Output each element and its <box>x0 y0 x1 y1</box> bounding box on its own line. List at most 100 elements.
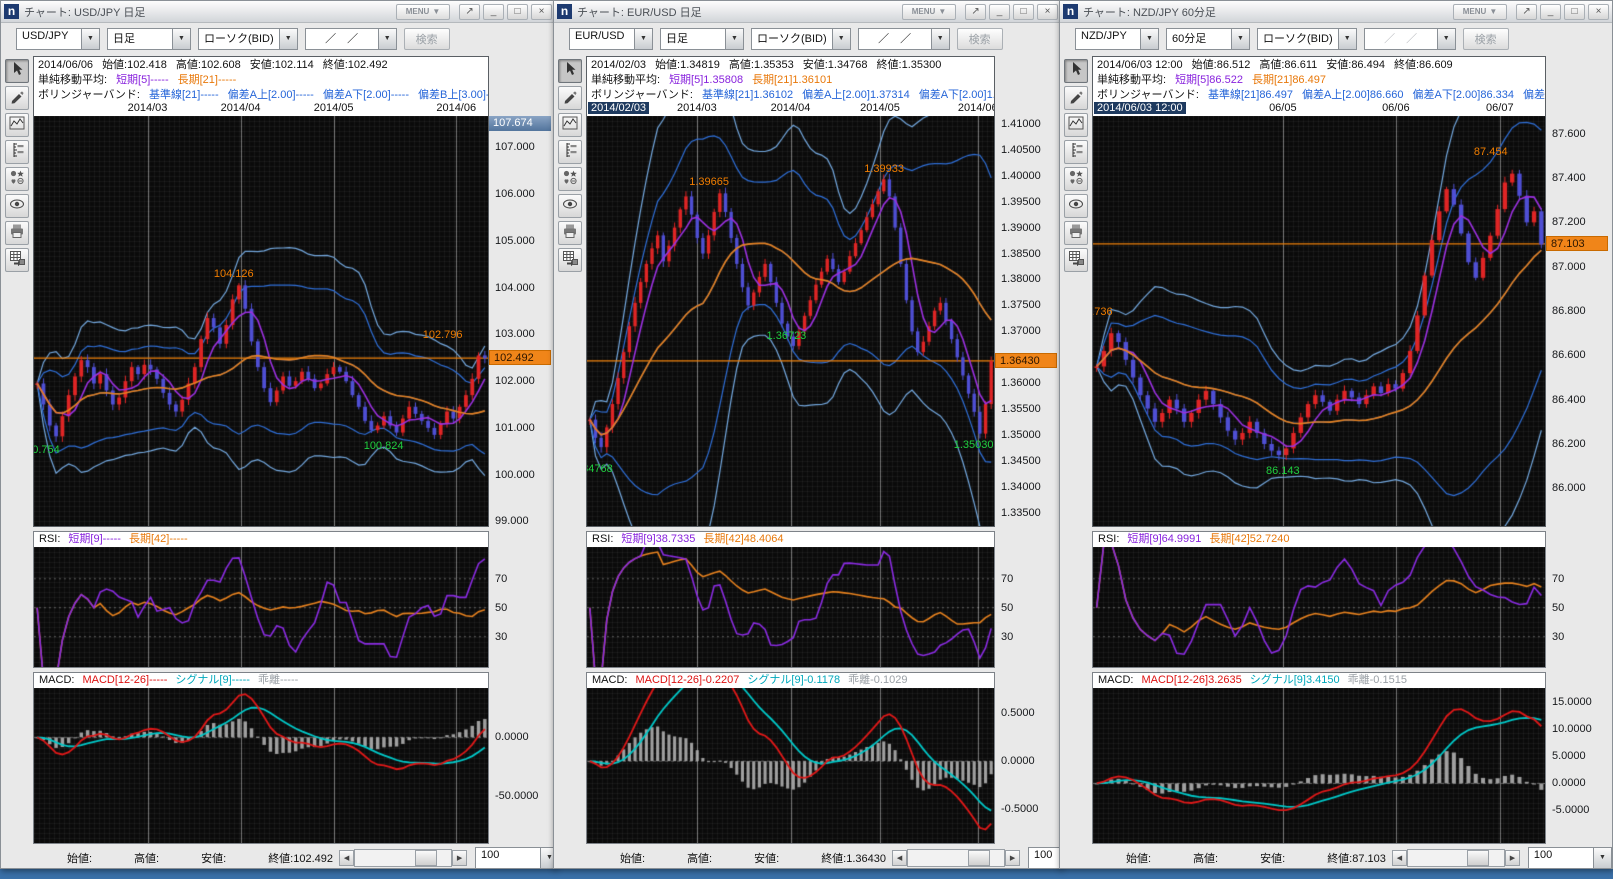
rsi-canvas[interactable] <box>1093 547 1545 667</box>
date-value: ／ ／ <box>1365 29 1437 49</box>
pair-select[interactable]: NZD/JPY▼ <box>1075 28 1159 50</box>
export-tool-button[interactable] <box>558 248 582 272</box>
scroll-left-button[interactable]: ◀ <box>339 850 354 866</box>
print-tool-button[interactable] <box>558 221 582 245</box>
value: 1.34889 <box>987 89 994 101</box>
axis-label: 86.000 <box>1552 482 1586 494</box>
visibility-tool-button[interactable] <box>558 194 582 218</box>
titlebar[interactable]: nチャート: NZD/JPY 60分足MENU▼↗_□× <box>1060 1 1612 23</box>
chevron-down-icon: ▼ <box>1338 29 1356 49</box>
pair-select[interactable]: EUR/USD▼ <box>569 28 653 50</box>
chart-window: nチャート: NZD/JPY 60分足MENU▼↗_□×NZD/JPY▼60分足… <box>1059 0 1613 869</box>
scroll-right-button[interactable]: ▶ <box>452 850 467 866</box>
scale-tool-button[interactable] <box>558 140 582 164</box>
scroll-right-button[interactable]: ▶ <box>1505 850 1520 866</box>
search-button[interactable]: 検索 <box>957 28 1003 50</box>
bb-b-upper: 偏差B上[3.00] <box>1523 89 1545 101</box>
timeframe-select[interactable]: 60分足▼ <box>1166 28 1250 50</box>
pair-select[interactable]: USD/JPY▼ <box>16 28 100 50</box>
value: ----- <box>296 89 314 101</box>
menu-button[interactable]: MENU▼ <box>396 4 450 20</box>
timeframe-select[interactable]: 日足▼ <box>660 28 744 50</box>
value: 102.492 <box>348 59 388 71</box>
close-button[interactable]: × <box>531 4 552 20</box>
cursor-tool-icon <box>9 61 25 82</box>
titlebar[interactable]: nチャート: USD/JPY 日足MENU▼↗_□× <box>1 1 555 23</box>
scroll-left-button[interactable]: ◀ <box>892 850 907 866</box>
macd-canvas[interactable] <box>587 688 994 843</box>
date-select[interactable]: ／ ／▼ <box>1364 28 1456 50</box>
main-chart-canvas[interactable] <box>587 116 994 526</box>
draw-tool-icon <box>9 88 25 109</box>
chart-scrollbar[interactable] <box>1407 849 1505 867</box>
timeframe-select[interactable]: 日足▼ <box>107 28 191 50</box>
chart-scrollbar[interactable] <box>354 849 452 867</box>
minimize-button[interactable]: _ <box>483 4 504 20</box>
style-select[interactable]: ローソク(BID)▼ <box>198 28 298 50</box>
indicator-tool-button[interactable] <box>1064 113 1088 137</box>
date-select[interactable]: ／ ／▼ <box>858 28 950 50</box>
scale-tool-button[interactable] <box>5 140 29 164</box>
print-tool-button[interactable] <box>5 221 29 245</box>
style-select[interactable]: ローソク(BID)▼ <box>1257 28 1357 50</box>
rsi-canvas[interactable] <box>34 547 488 667</box>
symbols-tool-button[interactable] <box>558 167 582 191</box>
macd-signal-legend: シグナル[9]3.4150 <box>1250 674 1340 686</box>
visibility-tool-button[interactable] <box>5 194 29 218</box>
draw-tool-button[interactable] <box>5 86 29 110</box>
zoom-select[interactable]: 100▼ <box>1528 847 1612 869</box>
menu-button[interactable]: MENU▼ <box>1453 4 1507 20</box>
style-select[interactable]: ローソク(BID)▼ <box>751 28 851 50</box>
macd-canvas[interactable] <box>1093 688 1545 843</box>
draw-tool-button[interactable] <box>1064 86 1088 110</box>
popout-button[interactable]: ↗ <box>459 4 480 20</box>
macd-canvas[interactable] <box>34 688 488 843</box>
macd-signal-legend: シグナル[9]-0.1178 <box>747 674 840 686</box>
rsi-canvas[interactable] <box>587 547 994 667</box>
indicator-tool-button[interactable] <box>5 113 29 137</box>
scrollbar-thumb[interactable] <box>415 850 437 866</box>
visibility-tool-button[interactable] <box>1064 194 1088 218</box>
search-button[interactable]: 検索 <box>1463 28 1509 50</box>
symbols-tool-button[interactable] <box>1064 167 1088 191</box>
draw-tool-button[interactable] <box>558 86 582 110</box>
scrollbar-thumb[interactable] <box>968 850 990 866</box>
close-button[interactable]: × <box>1037 4 1058 20</box>
close-button[interactable]: × <box>1588 4 1609 20</box>
scale-tool-button[interactable] <box>1064 140 1088 164</box>
minimize-button[interactable]: _ <box>1540 4 1561 20</box>
tool-sidebar <box>556 56 584 868</box>
popout-button[interactable]: ↗ <box>965 4 986 20</box>
maximize-button[interactable]: □ <box>1013 4 1034 20</box>
scroll-right-button[interactable]: ▶ <box>1005 850 1020 866</box>
scrollbar-thumb[interactable] <box>1467 850 1489 866</box>
ma-long: 長期[21]86.497 <box>1252 74 1326 86</box>
main-chart-canvas[interactable] <box>1093 116 1545 526</box>
scroll-left-button[interactable]: ◀ <box>1392 850 1407 866</box>
indicator-tool-button[interactable] <box>558 113 582 137</box>
cursor-tool-button[interactable] <box>558 59 582 83</box>
chart-scrollbar[interactable] <box>907 849 1005 867</box>
cursor-tool-button[interactable] <box>5 59 29 83</box>
symbols-tool-button[interactable] <box>5 167 29 191</box>
export-tool-button[interactable] <box>1064 248 1088 272</box>
label: 偏差A下[2.00] <box>1412 89 1480 101</box>
cursor-tool-button[interactable] <box>1064 59 1088 83</box>
titlebar[interactable]: nチャート: EUR/USD 日足MENU▼↗_□× <box>554 1 1061 23</box>
export-tool-button[interactable] <box>5 248 29 272</box>
print-tool-button[interactable] <box>1064 221 1088 245</box>
zoom-select[interactable]: 100▼ <box>1028 847 1062 869</box>
maximize-button[interactable]: □ <box>1564 4 1585 20</box>
popout-button[interactable]: ↗ <box>1516 4 1537 20</box>
maximize-button[interactable]: □ <box>507 4 528 20</box>
main-chart-region: 2014/02/03始値:1.34819高値:1.35353安値:1.34768… <box>586 56 1059 527</box>
chevron-down-icon: ▼ <box>832 29 850 49</box>
main-chart-canvas[interactable] <box>34 116 488 526</box>
zoom-select[interactable]: 100▼ <box>475 847 556 869</box>
value: ----- <box>103 533 121 545</box>
axis-label: 0.0000 <box>495 731 529 743</box>
menu-button[interactable]: MENU▼ <box>902 4 956 20</box>
date-select[interactable]: ／ ／▼ <box>305 28 397 50</box>
search-button[interactable]: 検索 <box>404 28 450 50</box>
minimize-button[interactable]: _ <box>989 4 1010 20</box>
